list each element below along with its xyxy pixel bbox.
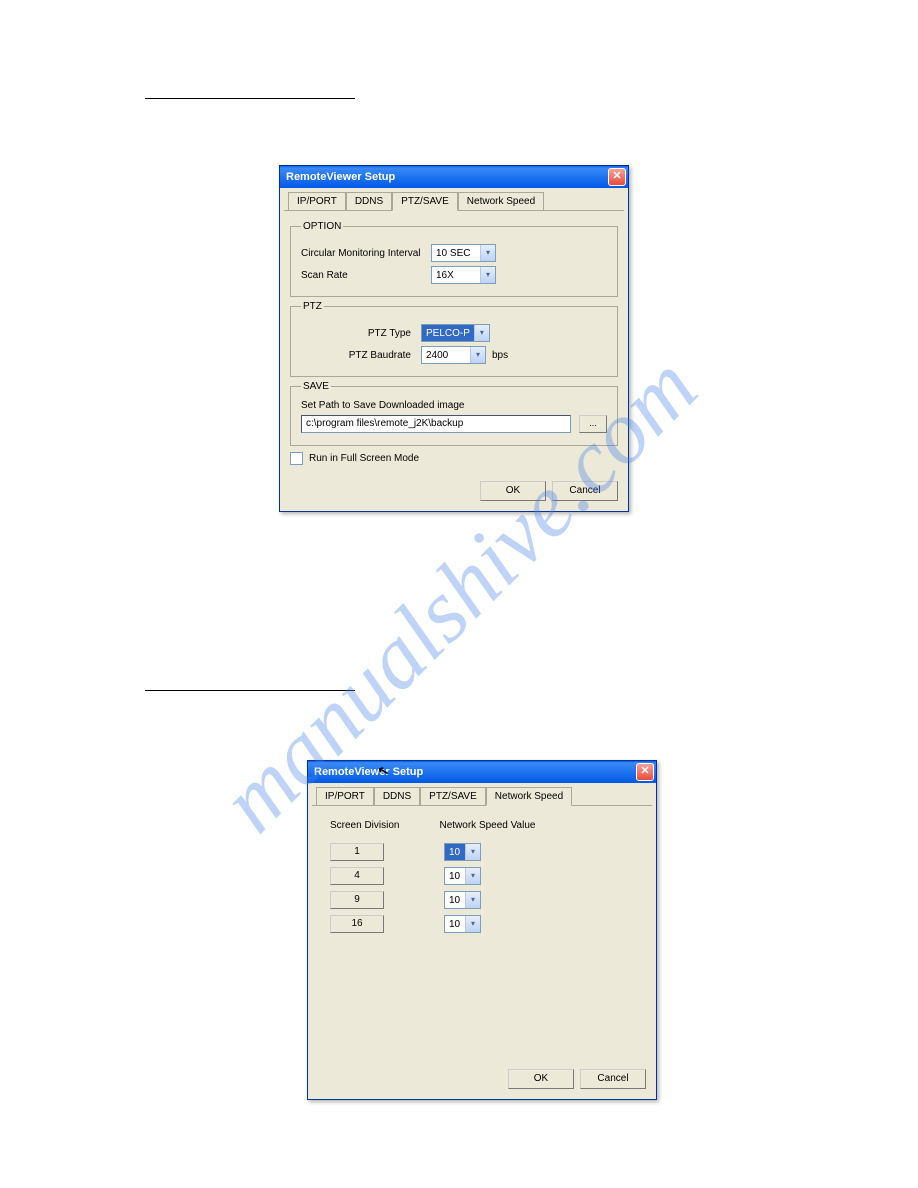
dialog-title: RemoteViewer Setup <box>314 766 423 778</box>
save-legend: SAVE <box>301 381 331 392</box>
tab-networkspeed[interactable]: Network Speed <box>486 787 572 806</box>
fullscreen-checkbox[interactable] <box>290 452 303 465</box>
fullscreen-label: Run in Full Screen Mode <box>309 453 419 464</box>
chevron-down-icon: ▾ <box>470 347 485 363</box>
scan-rate-select[interactable]: 16X ▾ <box>431 266 496 284</box>
screen-division-header: Screen Division <box>330 820 399 831</box>
chevron-down-icon: ▾ <box>480 267 495 283</box>
ptz-type-select[interactable]: PELCO-P ▾ <box>421 324 490 342</box>
remoteviewer-setup-dialog-ptzsave: RemoteViewer Setup ✕ IP/PORT DDNS PTZ/SA… <box>279 165 629 512</box>
titlebar[interactable]: RemoteViewer Setup ✕ <box>280 166 628 188</box>
screen-division-9[interactable]: 9 <box>330 891 384 909</box>
bps-label: bps <box>492 350 508 361</box>
close-icon[interactable]: ✕ <box>636 763 654 781</box>
ok-button[interactable]: OK <box>508 1069 574 1089</box>
cancel-button[interactable]: Cancel <box>552 481 618 501</box>
dialog-content: OPTION Circular Monitoring Interval 10 S… <box>280 211 628 475</box>
chevron-down-icon: ▾ <box>474 325 489 341</box>
ptz-legend: PTZ <box>301 301 324 312</box>
chevron-down-icon: ▾ <box>465 916 480 932</box>
titlebar[interactable]: RemoteViewer Setup ↖ ✕ <box>308 761 656 783</box>
screen-division-16[interactable]: 16 <box>330 915 384 933</box>
tab-row: IP/PORT DDNS PTZ/SAVE Network Speed <box>312 783 652 806</box>
scan-rate-label: Scan Rate <box>301 270 431 281</box>
speed-row: 9 10 ▾ <box>330 891 634 909</box>
chevron-down-icon: ▾ <box>465 868 480 884</box>
tab-ptzsave[interactable]: PTZ/SAVE <box>392 192 458 211</box>
speed-select-9[interactable]: 10 ▾ <box>444 891 481 909</box>
tab-ipport[interactable]: IP/PORT <box>316 787 374 805</box>
ok-button[interactable]: OK <box>480 481 546 501</box>
chevron-down-icon: ▾ <box>465 892 480 908</box>
remoteviewer-setup-dialog-networkspeed: RemoteViewer Setup ↖ ✕ IP/PORT DDNS PTZ/… <box>307 760 657 1100</box>
ptz-type-label: PTZ Type <box>301 328 421 339</box>
screen-division-4[interactable]: 4 <box>330 867 384 885</box>
save-group: SAVE Set Path to Save Downloaded image c… <box>290 381 618 446</box>
tab-ptzsave[interactable]: PTZ/SAVE <box>420 787 486 805</box>
cancel-button[interactable]: Cancel <box>580 1069 646 1089</box>
chevron-down-icon: ▾ <box>465 844 480 860</box>
option-legend: OPTION <box>301 221 343 232</box>
screen-division-1[interactable]: 1 <box>330 843 384 861</box>
speed-row: 1 10 ▾ <box>330 843 634 861</box>
network-speed-value-header: Network Speed Value <box>439 820 535 831</box>
save-path-label: Set Path to Save Downloaded image <box>301 400 607 411</box>
save-path-input[interactable]: c:\program files\remote_j2K\backup <box>301 415 571 433</box>
section-divider <box>145 98 355 99</box>
ptz-baudrate-label: PTZ Baudrate <box>301 350 421 361</box>
speed-row: 16 10 ▾ <box>330 915 634 933</box>
button-bar: OK Cancel <box>498 1063 656 1099</box>
section-divider <box>145 690 355 691</box>
tab-networkspeed[interactable]: Network Speed <box>458 192 544 210</box>
circular-monitoring-label: Circular Monitoring Interval <box>301 248 431 259</box>
tab-ipport[interactable]: IP/PORT <box>288 192 346 210</box>
close-icon[interactable]: ✕ <box>608 168 626 186</box>
speed-select-4[interactable]: 10 ▾ <box>444 867 481 885</box>
button-bar: OK Cancel <box>280 475 628 511</box>
speed-rows: 1 10 ▾ 4 10 ▾ 9 10 ▾ <box>318 831 646 933</box>
ptz-group: PTZ PTZ Type PELCO-P ▾ PTZ Baudrate 2400… <box>290 301 618 377</box>
ptz-baudrate-select[interactable]: 2400 ▾ <box>421 346 486 364</box>
speed-row: 4 10 ▾ <box>330 867 634 885</box>
circular-monitoring-select[interactable]: 10 SEC ▾ <box>431 244 496 262</box>
tab-ddns[interactable]: DDNS <box>374 787 420 805</box>
option-group: OPTION Circular Monitoring Interval 10 S… <box>290 221 618 297</box>
dialog-title: RemoteViewer Setup <box>286 171 395 183</box>
fullscreen-checkbox-row[interactable]: Run in Full Screen Mode <box>290 452 618 465</box>
chevron-down-icon: ▾ <box>480 245 495 261</box>
browse-button[interactable]: ... <box>579 415 607 433</box>
tab-ddns[interactable]: DDNS <box>346 192 392 210</box>
speed-select-16[interactable]: 10 ▾ <box>444 915 481 933</box>
speed-select-1[interactable]: 10 ▾ <box>444 843 481 861</box>
tab-row: IP/PORT DDNS PTZ/SAVE Network Speed <box>284 188 624 211</box>
dialog-content: Screen Division Network Speed Value 1 10… <box>308 806 656 949</box>
column-headers: Screen Division Network Speed Value <box>318 812 646 831</box>
